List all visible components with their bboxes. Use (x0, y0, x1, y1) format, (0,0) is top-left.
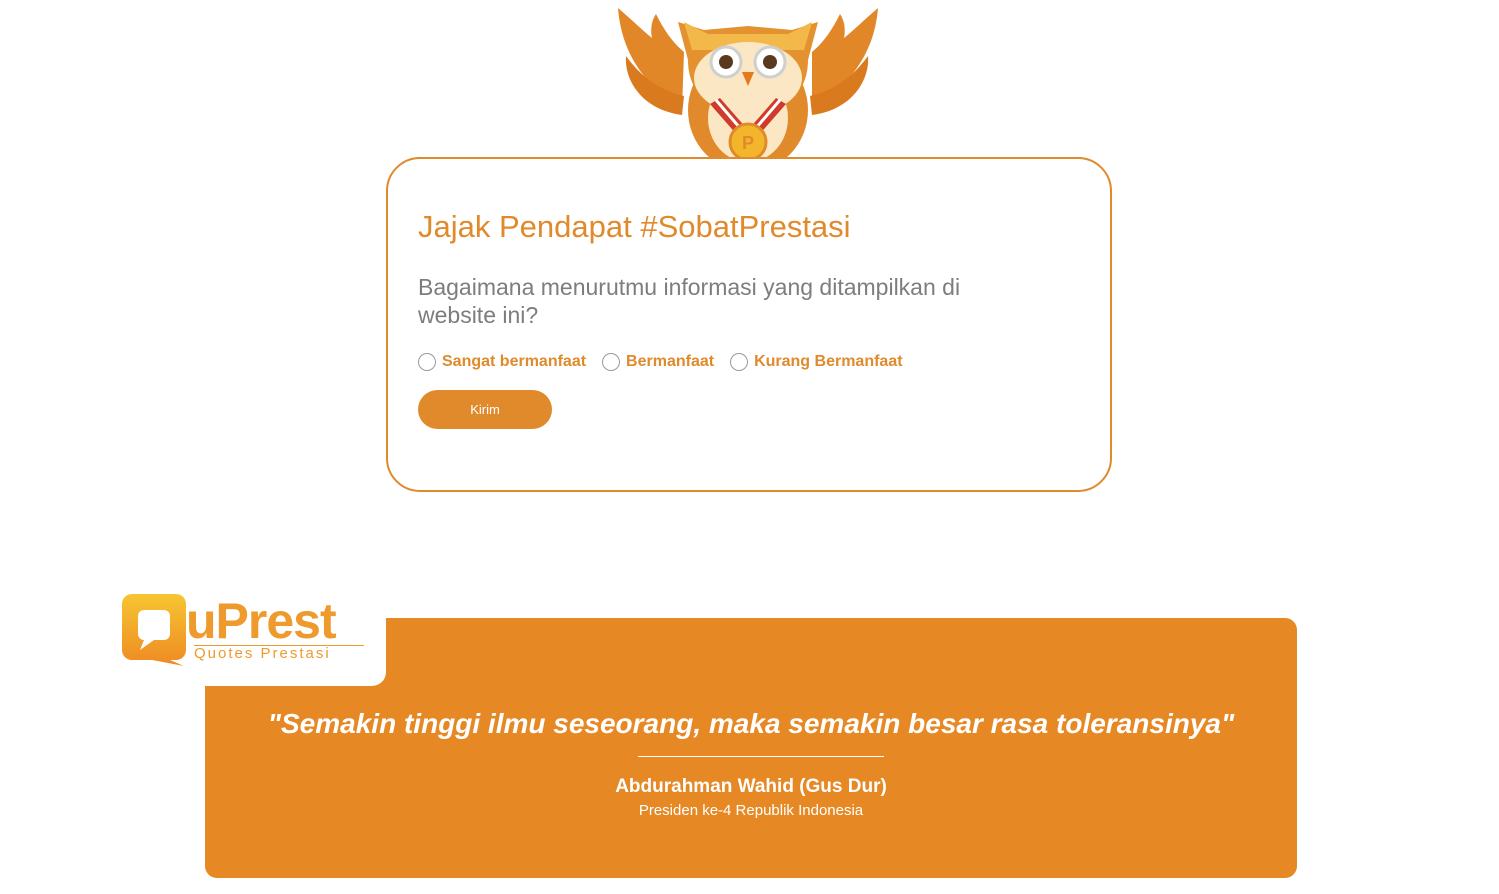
radio-kurang-bermanfaat[interactable] (730, 353, 749, 371)
quote-author: Abdurahman Wahid (Gus Dur) (615, 776, 887, 797)
option-bermanfaat[interactable]: Bermanfaat (602, 353, 714, 371)
submit-button[interactable]: Kirim (418, 390, 552, 429)
logo-tagline: Quotes Prestasi (194, 645, 331, 662)
radio-sangat-bermanfaat[interactable] (418, 353, 436, 371)
quote-divider (638, 756, 884, 757)
quote-author-role: Presiden ke-4 Republik Indonesia (638, 802, 864, 819)
poll-card: Jajak Pendapat #SobatPrestasi Bagaimana … (386, 157, 1112, 492)
option-label: Bermanfaat (626, 353, 715, 370)
svg-text:P: P (742, 133, 754, 153)
option-kurang-bermanfaat[interactable]: Kurang Bermanfaat (730, 353, 903, 371)
poll-title: Jajak Pendapat #SobatPrestasi (418, 209, 851, 244)
page: P Jajak Pendapat #SobatPrestasi Bagaiman… (0, 0, 1499, 894)
option-label: Kurang Bermanfaat (754, 353, 903, 370)
option-label: Sangat bermanfaat (442, 353, 587, 370)
poll-question: Bagaimana menurutmu informasi yang ditam… (418, 274, 961, 328)
radio-bermanfaat[interactable] (602, 353, 621, 371)
owl-mascot-icon: P (618, 8, 878, 160)
speech-bubble-q-icon (122, 594, 186, 666)
logo-wordmark: uPrest (186, 593, 337, 649)
option-sangat-bermanfaat[interactable]: Sangat bermanfaat (418, 353, 586, 371)
quote-text: "Semakin tinggi ilmu seseorang, maka sem… (267, 708, 1235, 739)
quprest-logo: uPrest Quotes Prestasi (114, 588, 386, 686)
poll-options: Sangat bermanfaat Bermanfaat Kurang Berm… (418, 353, 919, 371)
